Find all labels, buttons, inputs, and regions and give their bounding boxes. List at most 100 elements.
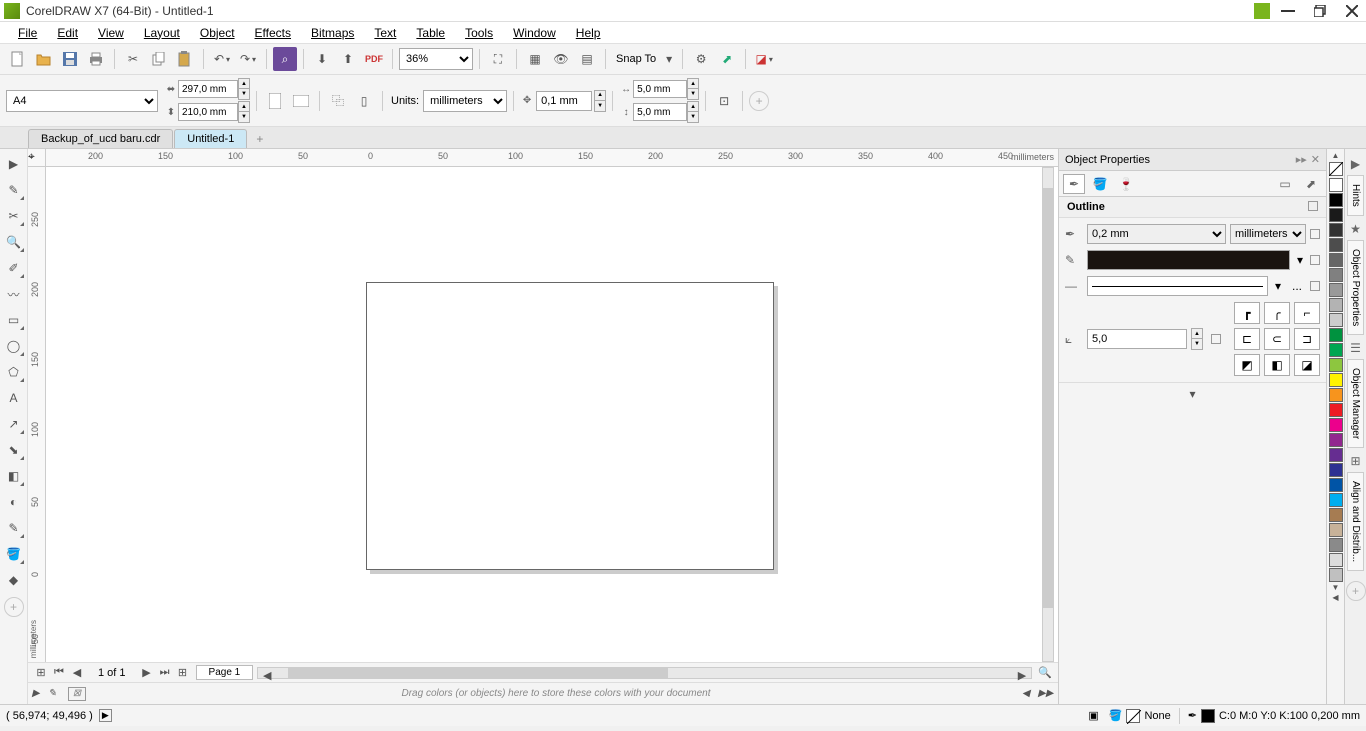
- docker-hints[interactable]: Hints: [1347, 175, 1364, 216]
- zoom-all-button[interactable]: 🔍: [1036, 665, 1054, 681]
- cap-ext[interactable]: ⊐: [1294, 328, 1320, 350]
- color-dropdown[interactable]: ▾: [1294, 253, 1306, 267]
- menu-window[interactable]: Window: [503, 24, 566, 42]
- transparency-tab[interactable]: 🍷: [1115, 174, 1137, 194]
- miter-limit-input[interactable]: [1087, 329, 1187, 349]
- page-add-after[interactable]: ⊞: [174, 665, 192, 681]
- color-swatch-7[interactable]: [1329, 283, 1343, 297]
- more-styles[interactable]: ...: [1288, 279, 1306, 293]
- color-swatch-1[interactable]: [1329, 193, 1343, 207]
- all-pages-button[interactable]: ⿻: [326, 89, 350, 113]
- page-width-input[interactable]: [178, 80, 238, 98]
- docker-obj-props[interactable]: Object Properties: [1347, 240, 1364, 335]
- landscape-button[interactable]: [289, 89, 313, 113]
- menu-effects[interactable]: Effects: [245, 24, 301, 42]
- show-grid-button[interactable]: 👁: [549, 47, 573, 71]
- show-guidelines-button[interactable]: ▤: [575, 47, 599, 71]
- color-eyedropper-tool[interactable]: ✎: [2, 516, 26, 540]
- page-last[interactable]: ⏭: [156, 665, 174, 681]
- cap-round[interactable]: ⊂: [1264, 328, 1290, 350]
- horizontal-ruler[interactable]: 200 150 100 50 0 50 100 150 200 250 300 …: [28, 149, 1058, 167]
- show-rulers-button[interactable]: ▦: [523, 47, 547, 71]
- publish-pdf-button[interactable]: PDF: [362, 47, 386, 71]
- panel-mode-2[interactable]: ⬈: [1300, 174, 1322, 194]
- duplicate-x-input[interactable]: [633, 80, 687, 98]
- color-swatch-14[interactable]: [1329, 388, 1343, 402]
- vertical-ruler[interactable]: 250 200 150 100 50 0 -50 millimeters: [28, 167, 46, 662]
- cut-button[interactable]: ✂: [121, 47, 145, 71]
- menu-tools[interactable]: Tools: [455, 24, 503, 42]
- nudge-input[interactable]: [536, 91, 592, 111]
- new-doc-tab[interactable]: +: [248, 130, 271, 148]
- print-button[interactable]: [84, 47, 108, 71]
- panel-mode-1[interactable]: ▭: [1274, 174, 1296, 194]
- rectangle-tool[interactable]: ▭: [2, 308, 26, 332]
- artistic-media-tool[interactable]: 〰: [2, 282, 26, 306]
- docker-add[interactable]: +: [1346, 581, 1366, 601]
- color-swatch-4[interactable]: [1329, 238, 1343, 252]
- shape-tool[interactable]: ✎: [2, 178, 26, 202]
- palette-scroll-right[interactable]: ▶▶: [1038, 688, 1054, 699]
- doc-tab-1[interactable]: Untitled-1: [174, 129, 247, 148]
- page-next[interactable]: ▶: [138, 665, 156, 681]
- color-swatch-15[interactable]: [1329, 403, 1343, 417]
- menu-view[interactable]: View: [88, 24, 134, 42]
- pos-inside[interactable]: ◪: [1294, 354, 1320, 376]
- lock-4[interactable]: [1211, 334, 1221, 344]
- lock-1[interactable]: [1310, 229, 1320, 239]
- smart-fill-tool[interactable]: ◆: [2, 568, 26, 592]
- palette-flyout[interactable]: ◀: [1329, 593, 1343, 603]
- color-swatch-25[interactable]: [1329, 553, 1343, 567]
- color-swatch-12[interactable]: [1329, 358, 1343, 372]
- copy-button[interactable]: [147, 47, 171, 71]
- transparency-tool[interactable]: ◐: [2, 490, 26, 514]
- palette-down[interactable]: ▼: [1329, 583, 1343, 593]
- color-swatch-21[interactable]: [1329, 493, 1343, 507]
- docker-collapse[interactable]: ▸▸: [1296, 153, 1307, 166]
- color-swatch-16[interactable]: [1329, 418, 1343, 432]
- menu-table[interactable]: Table: [406, 24, 455, 42]
- play-icon[interactable]: ▶: [99, 709, 112, 722]
- docker-layers-icon[interactable]: ☰: [1347, 339, 1365, 357]
- vertical-scrollbar[interactable]: [1042, 167, 1054, 662]
- crop-tool[interactable]: ✂: [2, 204, 26, 228]
- menu-help[interactable]: Help: [566, 24, 611, 42]
- style-dropdown[interactable]: ▾: [1272, 279, 1284, 293]
- outline-color-picker[interactable]: [1087, 250, 1290, 270]
- launch-button[interactable]: ⬈: [715, 47, 739, 71]
- docker-star-icon[interactable]: ★: [1347, 220, 1365, 238]
- page-add-before[interactable]: ⊞: [32, 665, 50, 681]
- no-color-swatch[interactable]: ⊠: [68, 687, 86, 701]
- docker-align[interactable]: Align and Distrib...: [1347, 472, 1364, 571]
- page-first[interactable]: ⏮: [50, 665, 68, 681]
- height-down[interactable]: ▼: [239, 112, 249, 122]
- height-up[interactable]: ▲: [239, 102, 249, 112]
- corner-round[interactable]: ╭: [1264, 302, 1290, 324]
- cap-square[interactable]: ⊏: [1234, 328, 1260, 350]
- color-swatch-10[interactable]: [1329, 328, 1343, 342]
- redo-button[interactable]: ↷▾: [236, 47, 260, 71]
- color-swatch-17[interactable]: [1329, 433, 1343, 447]
- docker-obj-manager[interactable]: Object Manager: [1347, 359, 1364, 448]
- ellipse-tool[interactable]: ◯: [2, 334, 26, 358]
- color-swatch-18[interactable]: [1329, 448, 1343, 462]
- color-swatch-9[interactable]: [1329, 313, 1343, 327]
- parallel-dim-tool[interactable]: ↗: [2, 412, 26, 436]
- full-screen-button[interactable]: ⛶: [486, 47, 510, 71]
- options-button[interactable]: ⚙: [689, 47, 713, 71]
- menu-layout[interactable]: Layout: [134, 24, 190, 42]
- nudge-down[interactable]: ▼: [595, 101, 605, 111]
- duplicate-y-input[interactable]: [633, 103, 687, 121]
- color-swatch-6[interactable]: [1329, 268, 1343, 282]
- menu-text[interactable]: Text: [364, 24, 406, 42]
- interactive-fill-tool[interactable]: 🪣: [2, 542, 26, 566]
- text-tool[interactable]: A: [2, 386, 26, 410]
- page-prev[interactable]: ◀: [68, 665, 86, 681]
- undo-button[interactable]: ↶▾: [210, 47, 234, 71]
- color-swatch-19[interactable]: [1329, 463, 1343, 477]
- eyedropper-icon[interactable]: ✎: [48, 688, 64, 699]
- color-swatch-22[interactable]: [1329, 508, 1343, 522]
- palette-up[interactable]: ▲: [1329, 151, 1343, 161]
- no-color[interactable]: [1329, 162, 1343, 176]
- export-button[interactable]: ⬆: [336, 47, 360, 71]
